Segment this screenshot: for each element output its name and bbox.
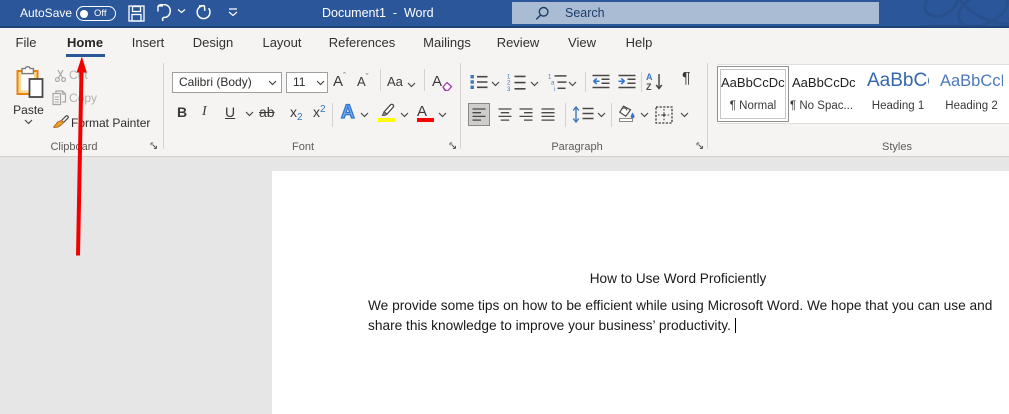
svg-text:a: a	[551, 81, 555, 87]
svg-text:2: 2	[507, 81, 511, 87]
svg-text:3: 3	[507, 87, 511, 91]
svg-text:1: 1	[507, 74, 511, 80]
svg-text:i: i	[554, 87, 555, 91]
svg-text:A: A	[646, 72, 653, 82]
svg-text:1: 1	[548, 74, 552, 80]
svg-text:Z: Z	[646, 82, 652, 91]
